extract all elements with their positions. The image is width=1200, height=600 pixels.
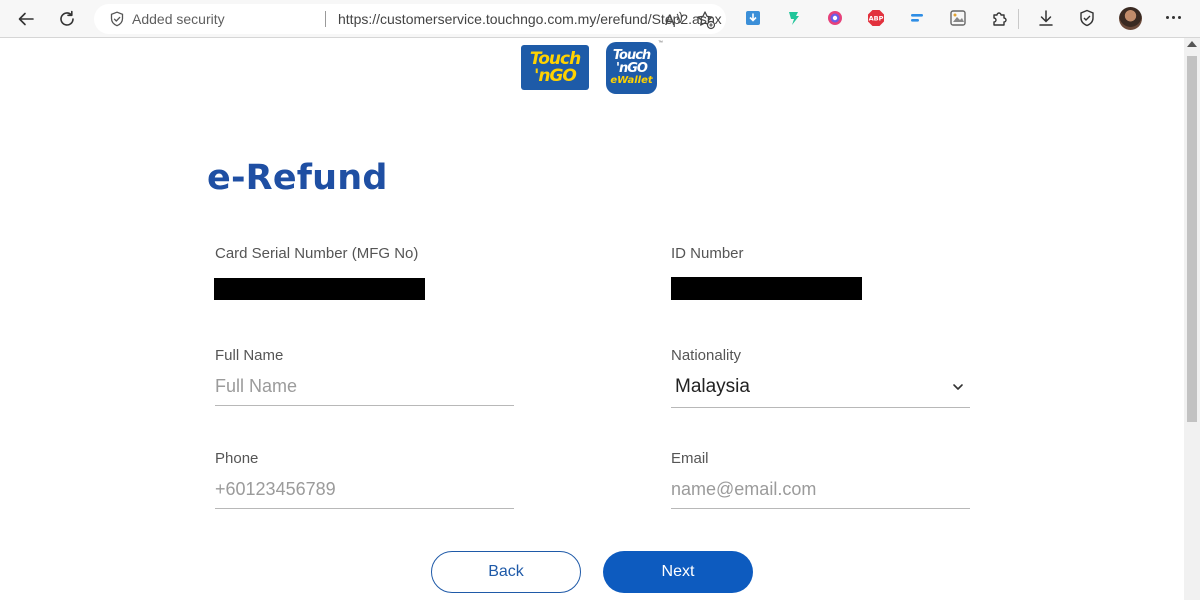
chevron-down-icon[interactable] xyxy=(952,382,964,392)
full-name-input[interactable] xyxy=(215,372,514,406)
nationality-select[interactable]: Malaysia xyxy=(671,370,970,408)
address-bar[interactable]: Added security https://customerservice.t… xyxy=(94,4,726,34)
read-aloud-icon[interactable]: A xyxy=(664,10,684,28)
browser-essentials-icon[interactable] xyxy=(1077,8,1097,28)
email-input[interactable] xyxy=(671,475,970,509)
page-content xyxy=(0,38,1184,600)
color-picker-extension-icon[interactable] xyxy=(825,8,845,28)
phone-label: Phone xyxy=(215,450,259,467)
favorite-star-icon[interactable] xyxy=(696,10,716,30)
touch-n-go-logo: Touch 'nGO xyxy=(521,45,589,90)
security-label[interactable]: Added security xyxy=(132,11,225,27)
id-number-redacted xyxy=(671,277,862,300)
email-label: Email xyxy=(671,450,709,467)
scrollbar-thumb[interactable] xyxy=(1187,56,1197,422)
nationality-label: Nationality xyxy=(671,347,742,364)
trademark-symbol: ™ xyxy=(658,40,663,46)
profile-avatar[interactable] xyxy=(1119,7,1142,30)
toolbar-divider xyxy=(1018,9,1019,29)
address-separator xyxy=(325,11,326,27)
card-serial-redacted xyxy=(214,278,425,300)
tng-logo-line2: 'nGO xyxy=(534,65,577,86)
phone-input[interactable] xyxy=(215,475,514,509)
svg-text:A: A xyxy=(665,13,675,28)
screenshot-extension-icon[interactable] xyxy=(948,8,968,28)
browser-toolbar: Added security https://customerservice.t… xyxy=(0,0,1200,38)
card-serial-label: Card Serial Number (MFG No) xyxy=(215,245,419,262)
more-menu-icon[interactable] xyxy=(1166,16,1181,19)
shield-icon[interactable] xyxy=(109,11,125,27)
page-title: e-Refund xyxy=(207,158,388,198)
adblock-icon[interactable]: ABP xyxy=(866,8,886,28)
download-extension-icon[interactable] xyxy=(743,8,763,28)
full-name-label: Full Name xyxy=(215,347,284,364)
extensions-puzzle-icon[interactable] xyxy=(990,8,1010,28)
nationality-value[interactable]: Malaysia xyxy=(675,376,750,398)
scrollbar-up-arrow-icon[interactable] xyxy=(1187,41,1197,47)
green-extension-icon[interactable] xyxy=(784,8,804,28)
tng-ewallet-logo: Touch 'nGO eWallet xyxy=(606,42,657,94)
next-button[interactable]: Next xyxy=(603,551,753,593)
ewallet-logo-line2: 'nGO xyxy=(616,60,648,76)
refresh-icon[interactable] xyxy=(54,6,80,32)
back-arrow-icon[interactable] xyxy=(13,6,39,32)
ewallet-logo-line3: eWallet xyxy=(610,75,653,87)
blue-extension-icon[interactable] xyxy=(907,8,927,28)
downloads-icon[interactable] xyxy=(1036,8,1056,28)
svg-text:ABP: ABP xyxy=(869,15,884,23)
back-button[interactable]: Back xyxy=(431,551,581,593)
id-number-label: ID Number xyxy=(671,245,744,262)
